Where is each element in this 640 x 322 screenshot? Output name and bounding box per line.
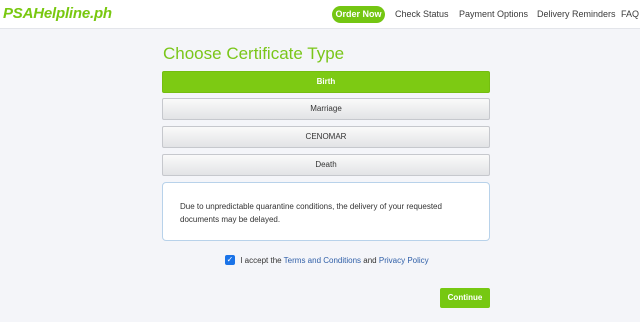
top-navbar: PSAHelpline.ph Order Now Check Status Pa…: [0, 0, 640, 29]
option-death[interactable]: Death: [162, 154, 490, 176]
accept-prefix-text: I accept the: [240, 256, 282, 265]
accept-and-text: and: [363, 256, 377, 265]
continue-button[interactable]: Continue: [440, 288, 490, 308]
accept-checkbox[interactable]: ✓: [225, 255, 235, 265]
nav-delivery-reminders-link[interactable]: Delivery Reminders: [537, 6, 616, 23]
option-cenomar[interactable]: CENOMAR: [162, 126, 490, 148]
nav-check-status-link[interactable]: Check Status: [395, 6, 449, 23]
option-birth[interactable]: Birth: [162, 71, 490, 93]
nav-payment-options-link[interactable]: Payment Options: [459, 6, 528, 23]
page-title: Choose Certificate Type: [163, 44, 345, 63]
checkmark-icon: ✓: [226, 255, 234, 264]
privacy-link[interactable]: Privacy Policy: [379, 256, 429, 265]
nav-order-now-button[interactable]: Order Now: [332, 6, 385, 23]
delivery-notice: Due to unpredictable quarantine conditio…: [162, 182, 490, 241]
terms-link[interactable]: Terms and Conditions: [284, 256, 361, 265]
option-marriage[interactable]: Marriage: [162, 98, 490, 120]
accept-terms-row: ✓ I accept the Terms and Conditions and …: [225, 255, 429, 266]
nav-faq-link[interactable]: FAQ: [621, 6, 639, 23]
site-logo[interactable]: PSAHelpline.ph: [3, 5, 112, 22]
notice-text: Due to unpredictable quarantine conditio…: [180, 202, 442, 224]
